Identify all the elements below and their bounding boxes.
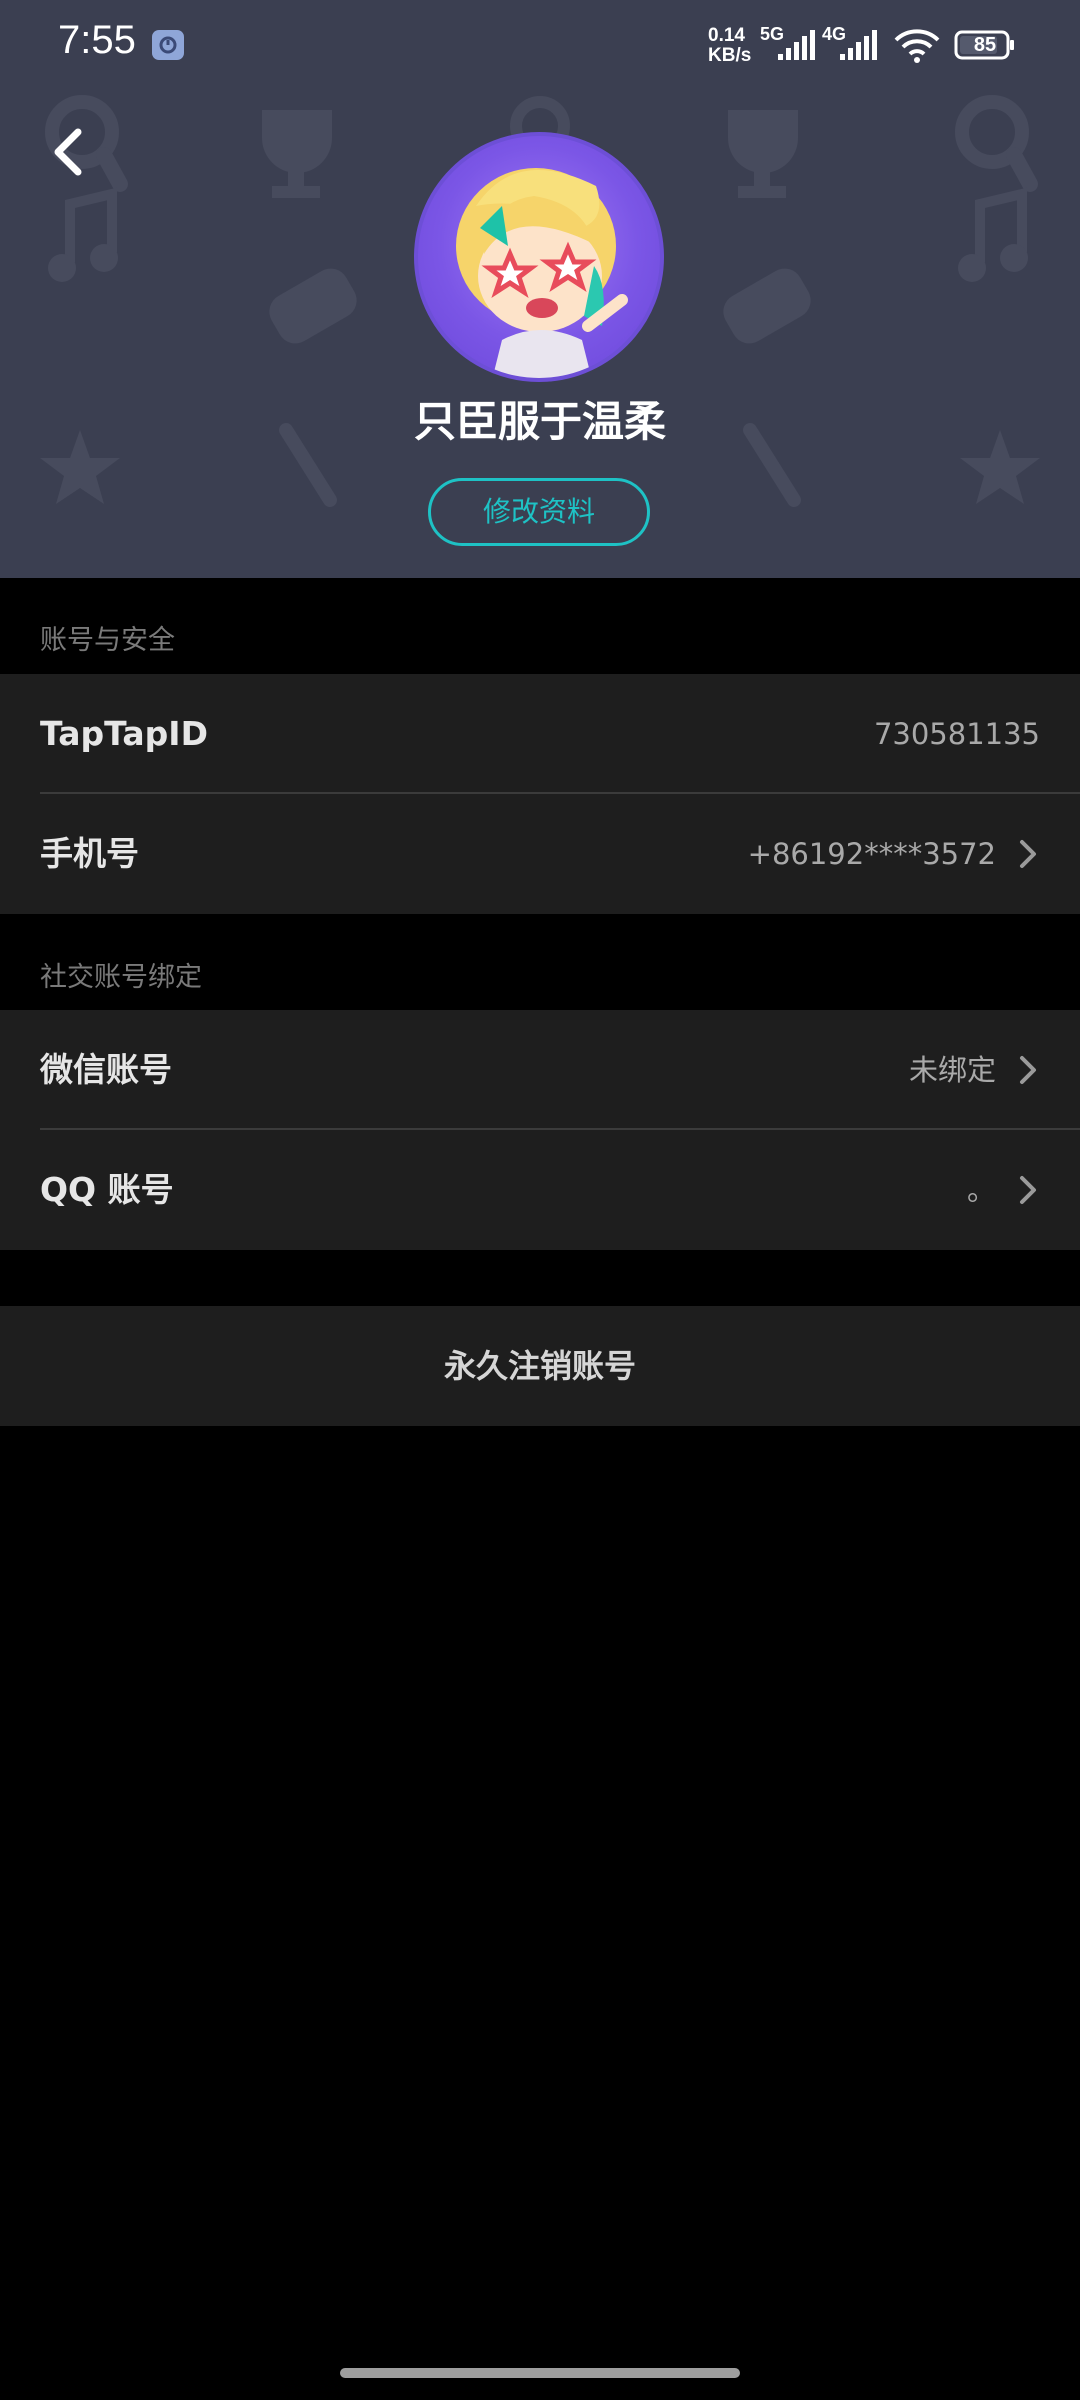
wechat-value: 未绑定 [908,1053,996,1087]
network-speed-value: 0.14 [708,25,745,46]
phone-value: +86192****3572 [747,837,996,871]
qq-value: 。 [966,1173,996,1207]
delete-account-button[interactable]: 永久注销账号 [0,1306,1080,1426]
wechat-label: 微信账号 [40,1050,172,1089]
signal-4g: 4G [822,24,884,64]
chevron-right-icon [1020,1056,1036,1084]
back-button[interactable] [40,120,100,184]
signal-5g: 5G [760,24,822,64]
section-header-social-binding: 社交账号绑定 [40,962,202,993]
notification-app-icon [152,30,184,60]
status-time: 7:55 [58,18,136,62]
avatar[interactable] [414,132,664,382]
delete-account-label: 永久注销账号 [443,1347,636,1385]
qq-row[interactable]: QQ 账号 。 [0,1130,1080,1250]
taptap-id-row: TapTapID 730581135 [0,674,1080,794]
signal-icon [840,30,877,60]
phone-row[interactable]: 手机号 +86192****3572 [0,794,1080,914]
username: 只臣服于温柔 [413,397,666,446]
home-indicator[interactable] [340,2368,740,2378]
taptap-id-label: TapTapID [40,714,208,753]
signal-icon [778,30,815,60]
edit-profile-button[interactable]: 修改资料 [428,478,650,546]
profile-header: 7:55 0.14 KB/s 5G 4G 85 只臣服于温柔 修改资料 [0,0,1080,578]
network-speed-unit: KB/s [708,45,752,66]
phone-label: 手机号 [40,834,139,873]
status-bar: 7:55 0.14 KB/s 5G 4G 85 [0,0,1080,90]
battery-icon: 85 [954,30,1016,60]
wifi-icon [894,29,940,63]
chevron-right-icon [1020,840,1036,868]
network-speed: 0.14 KB/s [708,26,758,66]
taptap-id-value: 730581135 [873,717,1040,751]
chevron-right-icon [1020,1176,1036,1204]
section-header-account-security: 账号与安全 [40,625,175,656]
battery-level: 85 [973,34,997,56]
avatar-character-image [456,168,628,378]
qq-label: QQ 账号 [40,1170,174,1209]
wechat-row[interactable]: 微信账号 未绑定 [0,1010,1080,1130]
back-arrow-icon [54,128,82,176]
